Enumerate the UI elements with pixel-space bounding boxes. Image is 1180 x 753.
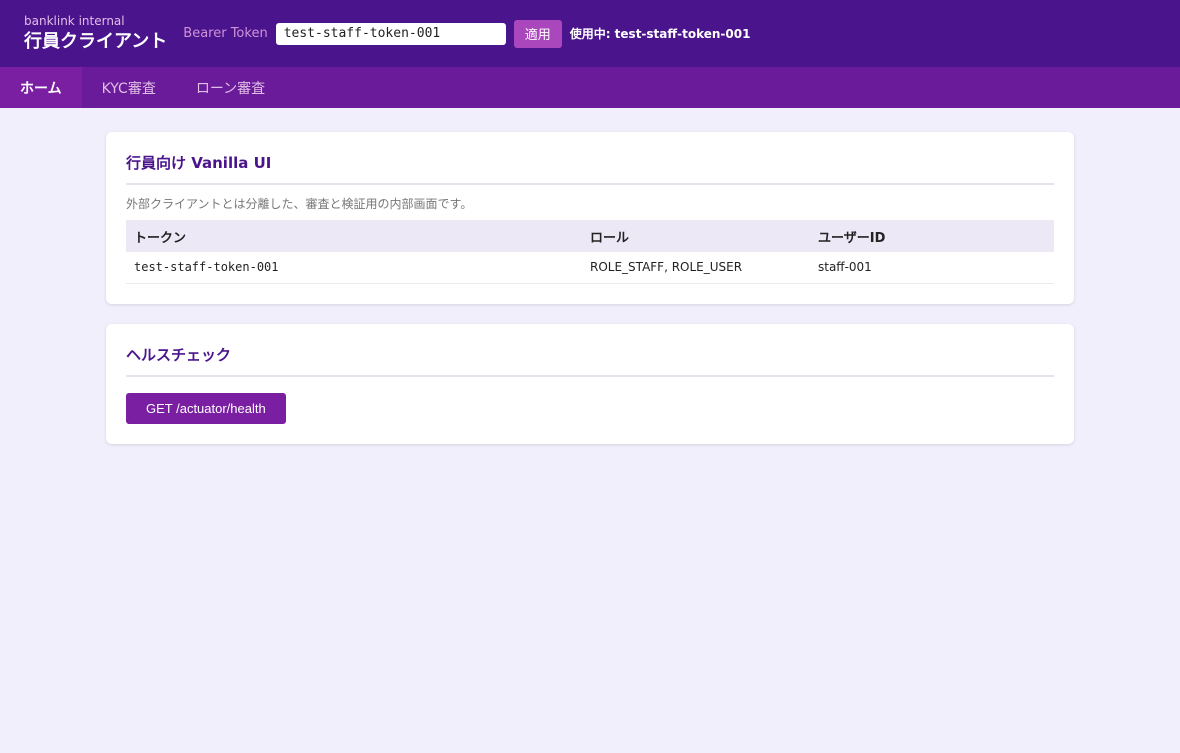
- apply-button[interactable]: 適用: [513, 19, 562, 48]
- intro-card-title: 行員向け Vanilla UI: [126, 152, 1054, 185]
- token-label: Bearer Token: [183, 26, 268, 41]
- cell-token: test-staff-token-001: [126, 252, 582, 284]
- brand: banklink internal 行員クライアント: [24, 14, 167, 53]
- table-header-row: トークン ロール ユーザーID: [126, 220, 1054, 252]
- token-in-use-status: 使用中: test-staff-token-001: [569, 27, 751, 41]
- cell-role: ROLE_STAFF, ROLE_USER: [582, 252, 810, 284]
- main-nav: ホーム KYC審査 ローン審査: [0, 67, 1180, 108]
- health-card-title: ヘルスチェック: [126, 344, 1054, 377]
- column-header-role: ロール: [582, 220, 810, 252]
- health-check-button[interactable]: GET /actuator/health: [126, 392, 286, 424]
- column-header-user-id: ユーザーID: [810, 220, 1054, 252]
- health-card: ヘルスチェック GET /actuator/health: [106, 323, 1074, 444]
- app-header: banklink internal 行員クライアント Bearer Token …: [0, 0, 1180, 67]
- intro-card: 行員向け Vanilla UI 外部クライアントとは分離した、審査と検証用の内部…: [106, 132, 1074, 304]
- table-row: test-staff-token-001 ROLE_STAFF, ROLE_US…: [126, 252, 1054, 284]
- tab-kyc-review[interactable]: KYC審査: [82, 67, 176, 108]
- tab-home[interactable]: ホーム: [0, 67, 82, 108]
- intro-card-description: 外部クライアントとは分離した、審査と検証用の内部画面です。: [126, 197, 473, 211]
- main-content: 行員向け Vanilla UI 外部クライアントとは分離した、審査と検証用の内部…: [106, 132, 1074, 444]
- token-input[interactable]: [275, 22, 506, 45]
- column-header-token: トークン: [126, 220, 582, 252]
- brand-subtitle: banklink internal: [24, 14, 125, 28]
- token-table: トークン ロール ユーザーID test-staff-token-001 ROL…: [126, 220, 1054, 284]
- app-title: 行員クライアント: [24, 31, 168, 52]
- cell-user-id: staff-001: [810, 252, 1054, 284]
- tab-loan-review[interactable]: ローン審査: [176, 67, 285, 108]
